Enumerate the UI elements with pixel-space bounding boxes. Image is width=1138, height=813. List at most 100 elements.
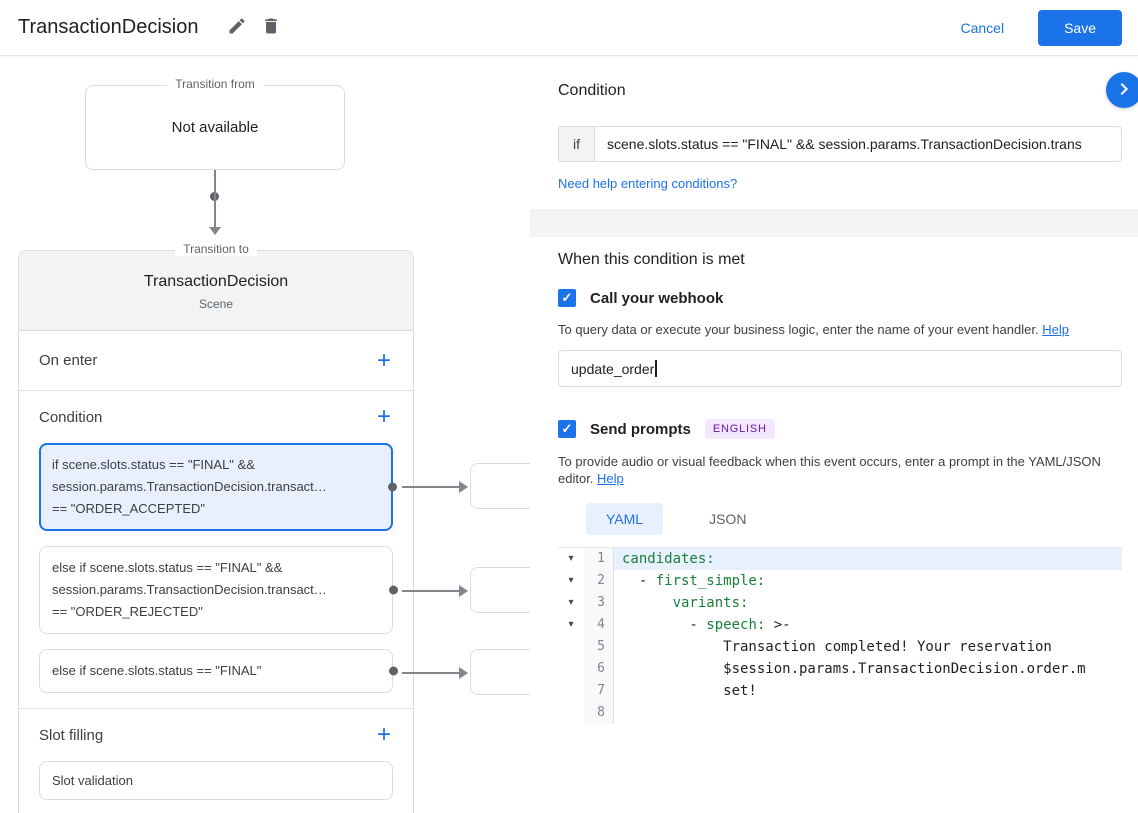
fold-spacer: [558, 680, 584, 702]
scene-diagram: Transition from Not available Transition…: [0, 56, 530, 813]
slot-filling-section: Slot filling + Slot validation: [19, 709, 413, 800]
transition-arrow: [402, 585, 468, 597]
on-enter-label: On enter: [39, 352, 98, 369]
line-number: 1: [584, 548, 614, 570]
condition-item[interactable]: if scene.slots.status == "FINAL" && sessi…: [39, 443, 397, 531]
connector-dot: [389, 666, 398, 676]
collapse-panel-button[interactable]: [1106, 72, 1138, 108]
condition-expression-input[interactable]: scene.slots.status == "FINAL" && session…: [594, 126, 1122, 162]
prompts-label: Send prompts: [590, 420, 691, 438]
transition-from-label: Transition from: [167, 77, 263, 91]
code-line: 6 $session.params.TransactionDecision.or…: [558, 658, 1122, 680]
condition-editor-panel: Condition if scene.slots.status == "FINA…: [530, 56, 1138, 813]
yaml-editor[interactable]: ▾ 1 candidates: ▾ 2 - first_simple: ▾ 3 varian…: [558, 547, 1122, 813]
top-bar: TransactionDecision Cancel Save: [0, 0, 1138, 56]
transition-to-label: Transition to: [175, 242, 257, 256]
arrow-head-icon: [209, 227, 221, 235]
connector-dot: [388, 482, 397, 492]
scene-card-header[interactable]: TransactionDecision Scene: [19, 251, 413, 331]
code-line: 7 set!: [558, 680, 1122, 702]
code-line: ▾ 4 - speech: >-: [558, 614, 1122, 636]
text-cursor: [655, 360, 657, 377]
code-text: Transaction completed! Your reservation: [622, 639, 1052, 655]
add-on-enter-button[interactable]: +: [373, 348, 395, 373]
target-node[interactable]: [470, 567, 530, 613]
line-number: 3: [584, 592, 614, 614]
transition-arrow: [214, 170, 216, 228]
when-met-title: When this condition is met: [558, 251, 745, 268]
condition-item-text: session.params.TransactionDecision.trans…: [52, 582, 327, 597]
prompts-description-text: To provide audio or visual feedback when…: [558, 454, 1101, 486]
cancel-button[interactable]: Cancel: [960, 20, 1004, 36]
chevron-right-icon: [1112, 77, 1136, 104]
prompts-checkbox[interactable]: ✓: [558, 420, 576, 438]
code-text: variants:: [672, 595, 749, 611]
on-enter-section: On enter +: [19, 331, 413, 391]
transition-from-box: Transition from Not available: [85, 77, 345, 170]
add-condition-button[interactable]: +: [373, 405, 395, 429]
condition-expression-row: if scene.slots.status == "FINAL" && sess…: [558, 126, 1122, 162]
tab-yaml[interactable]: YAML: [586, 503, 664, 535]
transition-from-value: Not available: [171, 119, 259, 136]
webhook-handler-input[interactable]: update_order: [558, 350, 1122, 387]
fold-spacer: [558, 702, 584, 724]
main-content: Transition from Not available Transition…: [0, 56, 1138, 813]
condition-section-label: Condition: [39, 408, 103, 426]
code-text: candidates:: [614, 548, 1122, 570]
fold-toggle-icon[interactable]: ▾: [558, 614, 584, 636]
condition-item-text: else if scene.slots.status == "FINAL": [52, 663, 262, 678]
page-title: TransactionDecision: [18, 16, 199, 38]
webhook-row: ✓ Call your webhook: [558, 289, 1122, 307]
code-line: 8: [558, 702, 1122, 724]
line-number: 2: [584, 570, 614, 592]
line-number: 6: [584, 658, 614, 680]
transition-arrow: [402, 481, 468, 493]
prompts-help-link[interactable]: Help: [597, 471, 624, 486]
save-button[interactable]: Save: [1038, 9, 1122, 46]
line-number: 8: [584, 702, 614, 724]
fold-spacer: [558, 636, 584, 658]
add-slot-filling-button[interactable]: +: [373, 723, 395, 747]
fold-toggle-icon[interactable]: ▾: [558, 592, 584, 614]
target-node[interactable]: [470, 649, 530, 695]
code-text: - speech: >-: [622, 617, 791, 633]
edit-title-button[interactable]: [220, 11, 254, 45]
line-number: 7: [584, 680, 614, 702]
panel-title: Condition: [558, 82, 626, 99]
fold-toggle-icon[interactable]: ▾: [558, 570, 584, 592]
line-number: 4: [584, 614, 614, 636]
code-line: ▾ 2 - first_simple:: [558, 570, 1122, 592]
tab-json[interactable]: JSON: [689, 503, 766, 535]
slot-item[interactable]: Slot validation: [39, 761, 393, 800]
section-divider: [530, 209, 1138, 237]
condition-item[interactable]: else if scene.slots.status == "FINAL" &&…: [39, 546, 398, 634]
conditions-help-link[interactable]: Need help entering conditions?: [558, 176, 737, 191]
code-line: ▾ 3 variants:: [558, 592, 1122, 614]
webhook-help-link[interactable]: Help: [1042, 322, 1069, 337]
condition-item-text: == "ORDER_ACCEPTED": [52, 501, 205, 516]
condition-item-text: if scene.slots.status == "FINAL" &&: [52, 457, 255, 472]
slot-filling-label: Slot filling: [39, 726, 104, 744]
delete-scene-button[interactable]: [254, 11, 288, 45]
condition-item-text: == "ORDER_REJECTED": [52, 604, 203, 619]
line-number: 5: [584, 636, 614, 658]
code-text: $session.params.TransactionDecision.orde…: [622, 661, 1086, 677]
transition-arrow: [402, 667, 468, 679]
condition-item[interactable]: else if scene.slots.status == "FINAL": [39, 649, 398, 693]
scene-title: TransactionDecision: [143, 273, 289, 290]
condition-item-text: else if scene.slots.status == "FINAL" &&: [52, 560, 283, 575]
editor-tabs: YAML JSON: [586, 503, 1122, 535]
target-node[interactable]: [470, 463, 530, 509]
code-text: - first_simple:: [622, 573, 766, 589]
fold-toggle-icon[interactable]: ▾: [558, 548, 584, 570]
condition-item-text: session.params.TransactionDecision.trans…: [52, 479, 327, 494]
fold-spacer: [558, 658, 584, 680]
connector-dot: [389, 585, 398, 595]
webhook-label: Call your webhook: [590, 289, 724, 307]
prompts-description: To provide audio or visual feedback when…: [558, 453, 1122, 487]
if-prefix-label: if: [558, 126, 594, 162]
scene-subtitle: Scene: [198, 297, 234, 311]
prompts-row: ✓ Send prompts ENGLISH: [558, 419, 1122, 439]
webhook-checkbox[interactable]: ✓: [558, 289, 576, 307]
